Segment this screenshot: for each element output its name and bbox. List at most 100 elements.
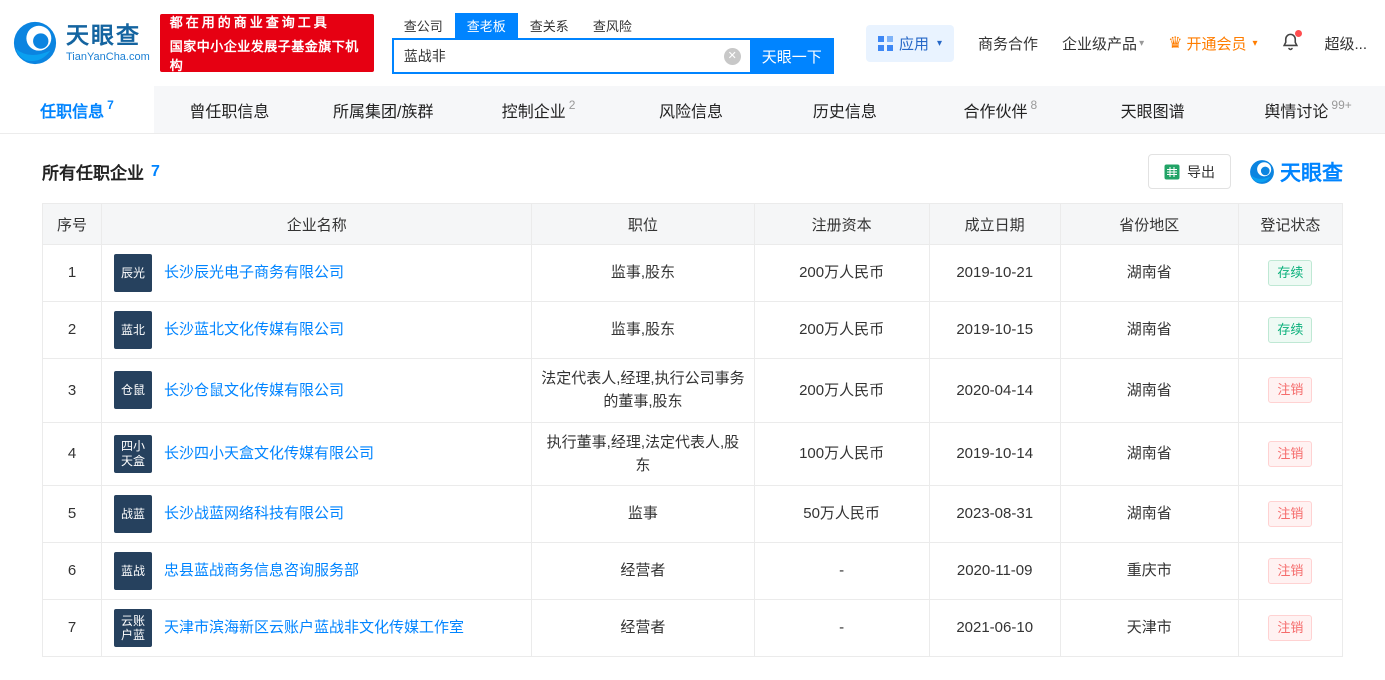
tab-controlled-companies[interactable]: 控制企业 2 [462,86,616,133]
region-cell: 重庆市 [1060,543,1238,600]
date-cell: 2019-10-21 [929,245,1060,302]
row-index: 4 [43,422,102,486]
watermark-text: 天眼查 [1280,157,1343,187]
col-index: 序号 [43,204,102,245]
tab-public-opinion[interactable]: 舆情讨论 99+ [1231,86,1385,133]
search-button[interactable]: 天眼一下 [750,38,834,74]
search-tab-relation[interactable]: 查关系 [518,13,581,38]
business-cooperation-link[interactable]: 商务合作 [978,33,1038,54]
promo-banner: 都在用的商业查询工具 国家中小企业发展子基金旗下机构 [160,14,374,72]
tab-label: 风险信息 [659,98,723,122]
position-cell: 法定代表人,经理,执行公司事务的董事,股东 [532,359,754,423]
company-link[interactable]: 长沙战蓝网络科技有限公司 [164,502,344,525]
capital-cell: 200万人民币 [754,359,929,423]
date-cell: 2023-08-31 [929,486,1060,543]
apps-menu[interactable]: 应用 ▾ [866,25,954,62]
company-link[interactable]: 长沙仓鼠文化传媒有限公司 [164,379,344,402]
company-link[interactable]: 天津市滨海新区云账户蓝战非文化传媒工作室 [164,616,464,639]
company-logo: 战蓝 [114,495,152,533]
search-tab-risk[interactable]: 查风险 [581,13,644,38]
enterprise-products-link[interactable]: 企业级产品 ▾ [1062,33,1144,54]
search-tab-company[interactable]: 查公司 [392,13,455,38]
top-right-nav: 应用 ▾ 商务合作 企业级产品 ▾ ♛ 开通会员 ▾ 超级... [866,25,1367,62]
date-cell: 2019-10-14 [929,422,1060,486]
grid-icon [878,36,893,51]
table-row: 4 四小 天盒 长沙四小天盒文化传媒有限公司 执行董事,经理,法定代表人,股东 … [43,422,1343,486]
region-cell: 湖南省 [1060,422,1238,486]
tab-count: 7 [107,98,114,112]
super-account-link[interactable]: 超级... [1324,33,1367,54]
chevron-down-icon: ▾ [1252,38,1257,49]
status-badge: 注销 [1268,558,1312,584]
chevron-down-icon: ▾ [1139,38,1144,49]
company-logo: 辰光 [114,254,152,292]
tab-count: 2 [569,98,576,112]
company-logo: 仓鼠 [114,371,152,409]
row-index: 7 [43,600,102,657]
col-date: 成立日期 [929,204,1060,245]
table-row: 6 蓝战 忠县蓝战商务信息咨询服务部 经营者 - 2020-11-09 重庆市 … [43,543,1343,600]
row-index: 2 [43,302,102,359]
tab-label: 曾任职信息 [189,98,269,122]
main-content: 所有任职企业 7 导出 天眼查 [0,154,1385,657]
table-row: 2 蓝北 长沙蓝北文化传媒有限公司 监事,股东 200万人民币 2019-10-… [43,302,1343,359]
search-tab-boss[interactable]: 查老板 [455,13,518,38]
position-cell: 执行董事,经理,法定代表人,股东 [532,422,754,486]
region-cell: 天津市 [1060,600,1238,657]
date-cell: 2020-04-14 [929,359,1060,423]
brand-name: 天眼查 [66,23,150,48]
tab-label: 天眼图谱 [1121,98,1185,122]
promo-line2: 国家中小企业发展子基金旗下机构 [170,36,364,74]
tab-past-employment[interactable]: 曾任职信息 [154,86,308,133]
company-link[interactable]: 长沙蓝北文化传媒有限公司 [164,318,344,341]
tianyancha-logo[interactable]: 天眼查 TianYanCha.com [12,20,150,66]
col-status: 登记状态 [1238,204,1342,245]
company-link[interactable]: 忠县蓝战商务信息咨询服务部 [164,559,359,582]
promo-line1: 都在用的商业查询工具 [170,12,364,31]
notifications-bell[interactable] [1281,32,1300,55]
vip-upgrade-link[interactable]: ♛ 开通会员 ▾ [1168,33,1257,54]
col-capital: 注册资本 [754,204,929,245]
status-badge: 注销 [1268,501,1312,527]
date-cell: 2021-06-10 [929,600,1060,657]
tab-partners[interactable]: 合作伙伴 8 [923,86,1077,133]
table-header-row: 序号 企业名称 职位 注册资本 成立日期 省份地区 登记状态 [43,204,1343,245]
tab-count: 8 [1030,98,1037,112]
brand-domain: TianYanCha.com [66,51,150,63]
table-row: 7 云账 户蓝 天津市滨海新区云账户蓝战非文化传媒工作室 经营者 - 2021-… [43,600,1343,657]
position-cell: 监事 [532,486,754,543]
tab-label: 控制企业 [502,98,566,122]
tab-label: 所属集团/族群 [333,98,433,122]
capital-cell: 100万人民币 [754,422,929,486]
vip-label: 开通会员 [1186,33,1246,54]
status-badge: 存续 [1268,317,1312,343]
region-cell: 湖南省 [1060,486,1238,543]
search-input[interactable] [392,38,750,74]
export-label: 导出 [1187,162,1215,182]
tab-employment-info[interactable]: 任职信息 7 [0,86,154,133]
company-link[interactable]: 长沙四小天盒文化传媒有限公司 [164,442,374,465]
tab-group-cluster[interactable]: 所属集团/族群 [308,86,462,133]
tab-risk-info[interactable]: 风险信息 [616,86,770,133]
company-logo: 蓝战 [114,552,152,590]
chevron-down-icon: ▾ [937,38,942,49]
status-badge: 注销 [1268,377,1312,403]
col-position: 职位 [532,204,754,245]
position-cell: 经营者 [532,543,754,600]
notification-dot [1295,30,1302,37]
tab-history-info[interactable]: 历史信息 [769,86,923,133]
tab-label: 历史信息 [813,98,877,122]
region-cell: 湖南省 [1060,359,1238,423]
company-link[interactable]: 长沙辰光电子商务有限公司 [164,261,344,284]
tianyancha-watermark-icon [1249,159,1275,185]
top-header: 天眼查 TianYanCha.com 都在用的商业查询工具 国家中小企业发展子基… [0,0,1385,86]
company-logo: 四小 天盒 [114,435,152,473]
search-tabs: 查公司 查老板 查关系 查风险 [392,12,834,38]
export-button[interactable]: 导出 [1148,154,1231,189]
position-cell: 监事,股东 [532,302,754,359]
position-cell: 监事,股东 [532,245,754,302]
tab-graph[interactable]: 天眼图谱 [1077,86,1231,133]
clear-search-icon[interactable]: ✕ [724,48,741,65]
tab-label: 舆情讨论 [1264,98,1328,122]
watermark-logo: 天眼查 [1249,157,1343,187]
